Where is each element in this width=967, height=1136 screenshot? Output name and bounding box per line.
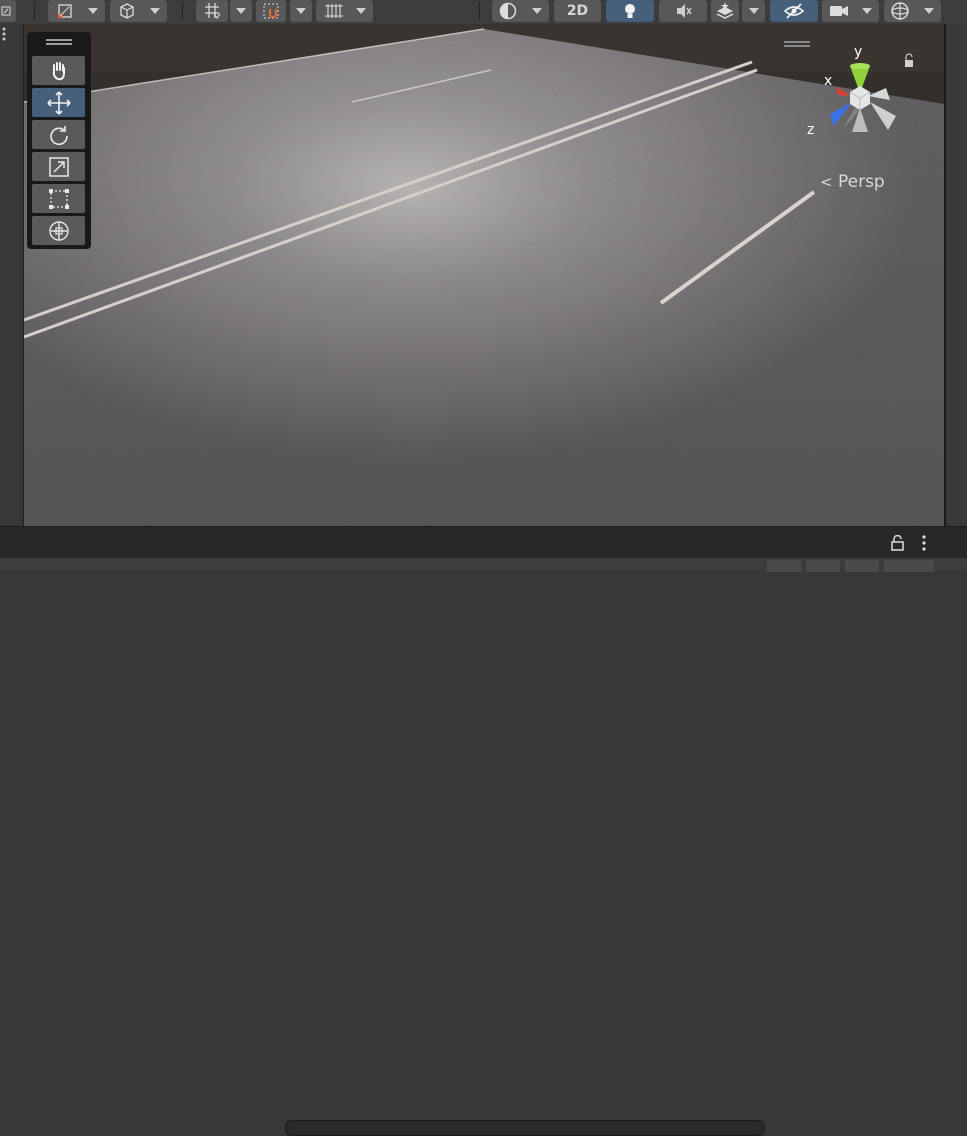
local-global-icon <box>120 3 134 19</box>
magnet-icon <box>263 3 279 19</box>
lightbulb-icon <box>625 4 635 18</box>
z-axis-label: z <box>807 122 815 138</box>
shading-mode-icon <box>499 2 517 20</box>
draw-mode-dropdown[interactable] <box>492 0 549 22</box>
rotate-icon <box>49 125 68 145</box>
maximize-icon <box>1 6 11 16</box>
panel-header-bar <box>0 526 967 559</box>
projection-toggle[interactable]: < Persp <box>820 172 885 192</box>
separator <box>34 2 35 20</box>
y-axis-label: y <box>854 44 863 60</box>
y-axis-cap <box>850 63 870 69</box>
x-axis-label: x <box>824 73 833 89</box>
rotate-tool-button[interactable] <box>32 120 85 149</box>
filter-button[interactable] <box>767 560 801 572</box>
increment-snap-button[interactable] <box>256 0 286 22</box>
x-axis-cone[interactable] <box>836 86 850 96</box>
move-arrows-icon <box>46 90 71 115</box>
lock-icon[interactable] <box>905 60 913 67</box>
kebab-menu-icon[interactable] <box>921 535 927 551</box>
scale-tool-button[interactable] <box>32 152 85 181</box>
eye-hidden-icon <box>783 3 805 19</box>
kebab-menu-icon[interactable] <box>0 26 10 42</box>
gizmos-dropdown[interactable] <box>884 0 941 22</box>
camera-icon <box>830 6 848 16</box>
scene-toolbar: 2D <box>0 0 967 25</box>
tool-handle-rotation-dropdown[interactable] <box>110 0 167 22</box>
increment-snap-dropdown[interactable] <box>290 0 312 22</box>
pivot-icon <box>57 4 72 19</box>
grid-snapping-dropdown[interactable] <box>230 0 252 22</box>
hand-icon <box>52 61 65 80</box>
favorite-button[interactable] <box>845 560 879 572</box>
transform-tool-button[interactable] <box>32 216 85 245</box>
transform-icon <box>48 220 69 241</box>
left-edge-button[interactable] <box>0 0 16 22</box>
grid-snap-icon <box>205 3 221 19</box>
neg-x-axis-cone[interactable] <box>870 102 896 130</box>
left-panel-edge <box>0 24 24 526</box>
snap-settings-dropdown[interactable] <box>316 0 373 22</box>
tools-overlay <box>27 32 91 249</box>
layers-icon <box>716 2 734 19</box>
drag-handle-icon[interactable] <box>46 39 72 45</box>
neg-z-axis-cone[interactable] <box>868 88 890 100</box>
tool-handle-position-dropdown[interactable] <box>48 0 105 22</box>
search-input[interactable] <box>285 1120 765 1136</box>
separator <box>479 2 480 20</box>
gizmos-sphere-icon <box>891 2 909 20</box>
move-tool-button[interactable] <box>32 88 85 117</box>
grid-snapping-button[interactable] <box>196 0 228 22</box>
chevron-left-icon: < <box>820 173 833 191</box>
scene-visibility-toggle[interactable] <box>770 0 818 22</box>
camera-settings-dropdown[interactable] <box>822 0 879 22</box>
ruler-icon <box>325 4 343 18</box>
panel-toolbar <box>0 558 967 1136</box>
separator <box>182 2 183 20</box>
label-button[interactable] <box>806 560 840 572</box>
effects-toggle[interactable] <box>711 0 739 22</box>
projection-label: Persp <box>837 172 885 192</box>
rect-tool-button[interactable] <box>32 184 85 213</box>
visibility-count-button[interactable] <box>884 560 934 572</box>
right-panel-edge <box>944 24 967 526</box>
audio-toggle[interactable] <box>659 0 707 22</box>
scene-lighting-toggle[interactable] <box>606 0 654 22</box>
scale-icon <box>48 156 69 177</box>
rect-transform-icon <box>48 188 69 209</box>
effects-dropdown[interactable] <box>742 0 765 22</box>
view-tool-button[interactable] <box>32 56 85 85</box>
2d-toggle-button[interactable]: 2D <box>554 0 601 22</box>
unlock-icon[interactable] <box>891 535 905 551</box>
speaker-muted-icon <box>677 4 692 18</box>
